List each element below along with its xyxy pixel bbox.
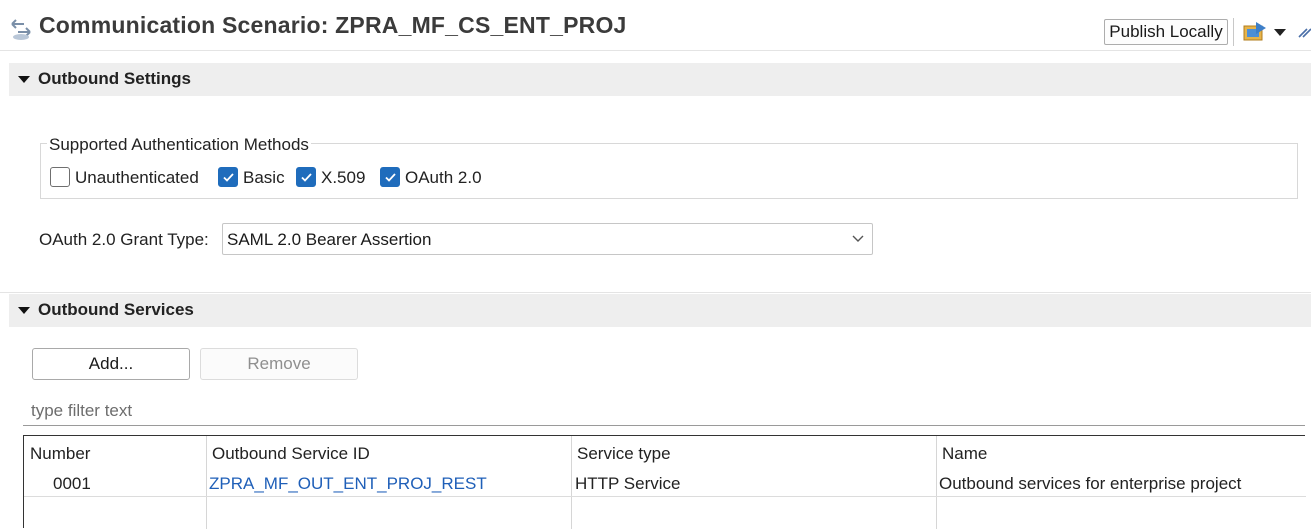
section-outbound-services[interactable]: Outbound Services: [9, 294, 1311, 327]
checkmark-icon: [385, 173, 396, 182]
basic-label[interactable]: Basic: [243, 168, 285, 188]
unauthenticated-checkbox[interactable]: [50, 167, 70, 187]
more-icon[interactable]: [1297, 25, 1311, 39]
row-service-type[interactable]: HTTP Service: [575, 474, 681, 494]
column-header-service-type[interactable]: Service type: [577, 444, 671, 464]
oauth2-checkbox[interactable]: [380, 167, 400, 187]
chevron-down-icon: [852, 235, 864, 242]
remove-button[interactable]: Remove: [200, 348, 358, 380]
x509-checkbox[interactable]: [296, 167, 316, 187]
dropdown-arrow-icon[interactable]: [1274, 27, 1286, 37]
x509-label[interactable]: X.509: [321, 168, 365, 188]
filter-input[interactable]: [23, 396, 1305, 426]
collapse-triangle-icon[interactable]: [18, 307, 30, 314]
checkmark-icon: [223, 173, 234, 182]
header-divider: [0, 50, 1311, 51]
unauthenticated-label[interactable]: Unauthenticated: [75, 168, 199, 188]
add-button[interactable]: Add...: [32, 348, 190, 380]
section-divider: [0, 292, 1311, 293]
page-title: Communication Scenario: ZPRA_MF_CS_ENT_P…: [39, 12, 627, 38]
column-divider: [571, 436, 572, 529]
column-divider: [206, 436, 207, 529]
oauth2-label[interactable]: OAuth 2.0: [405, 168, 482, 188]
column-header-number[interactable]: Number: [30, 444, 90, 464]
basic-checkbox[interactable]: [218, 167, 238, 187]
checkmark-icon: [301, 173, 312, 182]
deploy-icon[interactable]: [1242, 20, 1268, 44]
row-divider: [24, 496, 1306, 497]
scenario-icon: [11, 19, 31, 40]
publish-locally-button[interactable]: Publish Locally: [1104, 19, 1228, 45]
grant-type-select[interactable]: SAML 2.0 Bearer Assertion: [222, 223, 873, 255]
auth-methods-legend: Supported Authentication Methods: [47, 135, 311, 155]
grant-type-label: OAuth 2.0 Grant Type:: [39, 230, 209, 249]
grant-type-value: SAML 2.0 Bearer Assertion: [227, 230, 432, 249]
row-number[interactable]: 0001: [53, 474, 91, 494]
services-table: Number Outbound Service ID Service type …: [23, 435, 1306, 529]
collapse-triangle-icon[interactable]: [18, 76, 30, 83]
section-title: Outbound Settings: [38, 69, 191, 88]
column-header-service-id[interactable]: Outbound Service ID: [212, 444, 370, 464]
column-divider: [936, 436, 937, 529]
row-name[interactable]: Outbound services for enterprise project: [939, 474, 1241, 494]
section-title: Outbound Services: [38, 300, 194, 319]
toolbar-separator: [1233, 18, 1234, 46]
row-service-id-link[interactable]: ZPRA_MF_OUT_ENT_PROJ_REST: [209, 474, 487, 494]
column-header-name[interactable]: Name: [942, 444, 987, 464]
section-outbound-settings[interactable]: Outbound Settings: [9, 63, 1311, 96]
